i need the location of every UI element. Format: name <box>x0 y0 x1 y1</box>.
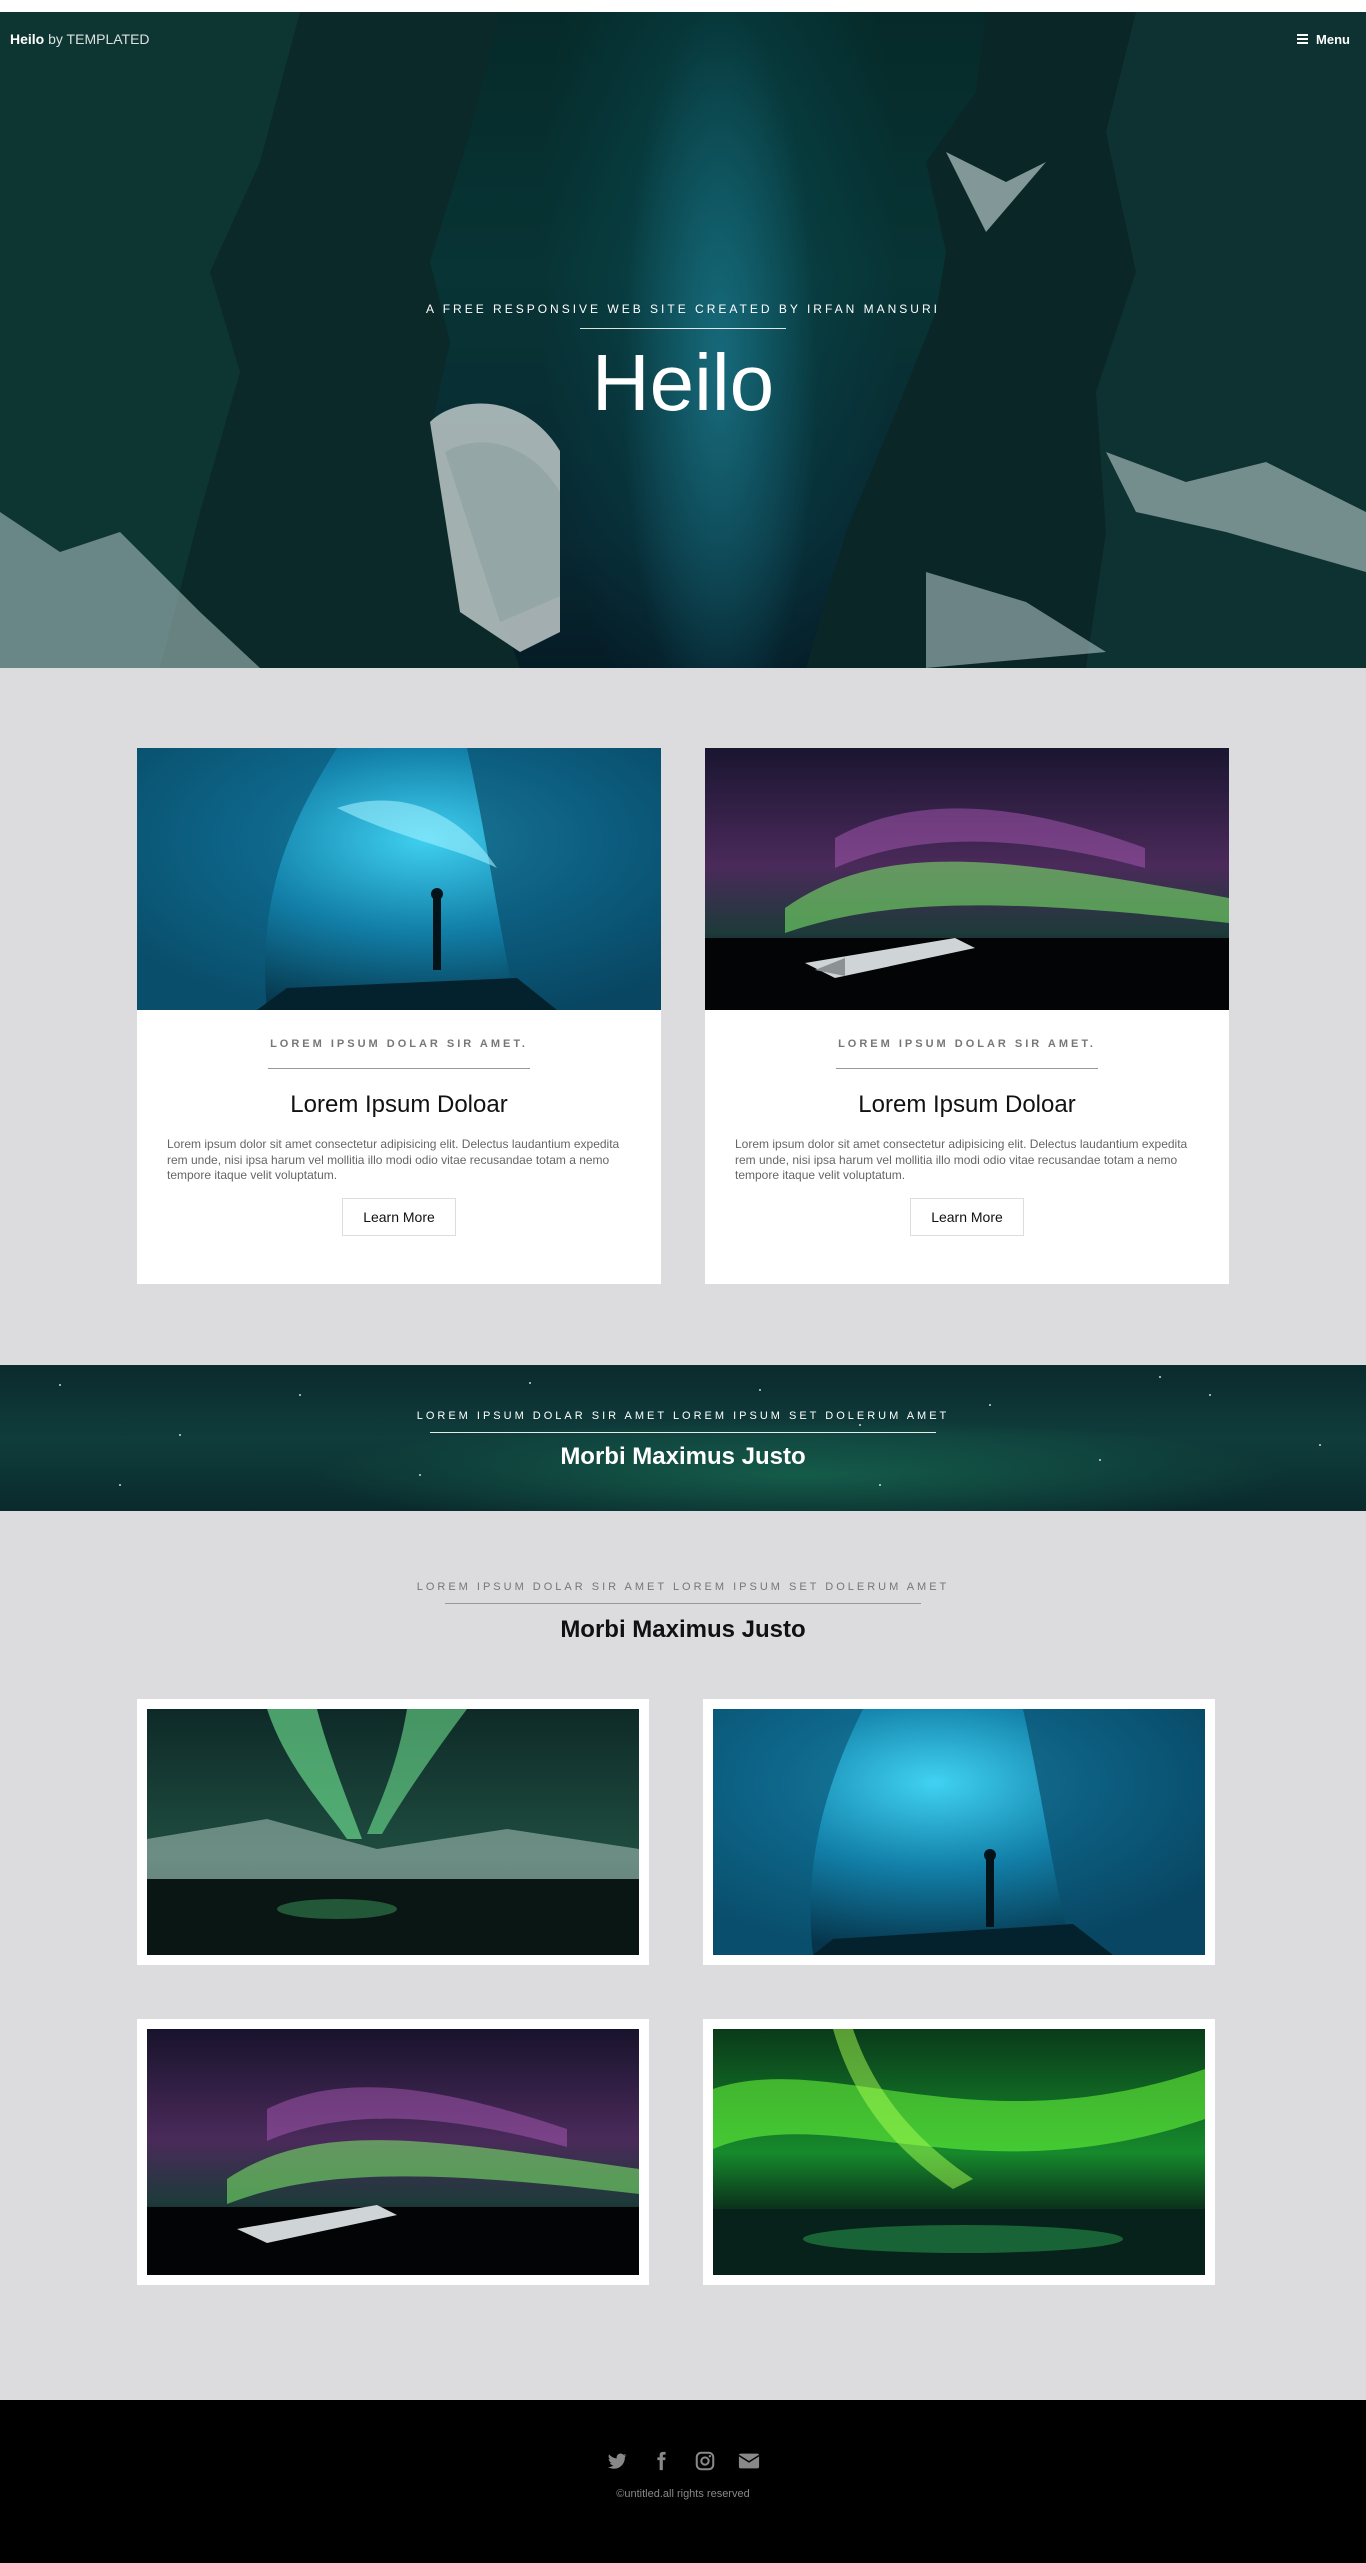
menu-button[interactable]: Menu <box>1297 32 1350 47</box>
card-kicker: LOREM IPSUM DOLAR SIR AMET. <box>838 1038 1096 1050</box>
gallery-item[interactable] <box>703 1699 1215 1965</box>
gallery-header: LOREM IPSUM DOLAR SIR AMET LOREM IPSUM S… <box>0 1511 1366 1644</box>
card-kicker: LOREM IPSUM DOLAR SIR AMET. <box>270 1038 528 1050</box>
card-divider <box>836 1068 1098 1069</box>
logo-name: Heilo <box>10 31 45 47</box>
gallery-kicker: LOREM IPSUM DOLAR SIR AMET LOREM IPSUM S… <box>416 1581 950 1593</box>
card-text: Lorem ipsum dolor sit amet consectetur a… <box>735 1137 1188 1183</box>
aurora-plane-image <box>147 2029 639 2275</box>
hero-banner: A FREE RESPONSIVE WEB SITE CREATED BY IR… <box>0 12 1366 668</box>
card-title: Lorem Ipsum Doloar <box>290 1091 508 1118</box>
features-section: LOREM IPSUM DOLAR SIR AMET. Lorem Ipsum … <box>0 668 1366 1365</box>
twitter-icon[interactable] <box>606 2450 628 2472</box>
ice-cave-image <box>137 748 661 1010</box>
card-body: LOREM IPSUM DOLAR SIR AMET. Lorem Ipsum … <box>137 1010 661 1236</box>
gallery-item[interactable] <box>137 1699 649 1965</box>
gallery-section: LOREM IPSUM DOLAR SIR AMET LOREM IPSUM S… <box>0 1511 1366 2400</box>
banner-content: LOREM IPSUM DOLAR SIR AMET LOREM IPSUM S… <box>0 1365 1366 1471</box>
card-divider <box>268 1068 530 1069</box>
social-links <box>0 2400 1366 2472</box>
green-aurora-image <box>713 2029 1205 2275</box>
card-body: LOREM IPSUM DOLAR SIR AMET. Lorem Ipsum … <box>705 1010 1229 1236</box>
aurora-plane-image <box>705 748 1229 1010</box>
copyright-text: ©untitled.all rights reserved <box>616 2488 750 2500</box>
site-footer: ©untitled.all rights reserved <box>0 2400 1366 2563</box>
gallery-title: Morbi Maximus Justo <box>560 1616 806 1643</box>
learn-more-button[interactable]: Learn More <box>342 1197 456 1236</box>
hero-kicker: A FREE RESPONSIVE WEB SITE CREATED BY IR… <box>426 302 940 316</box>
feature-card: LOREM IPSUM DOLAR SIR AMET. Lorem Ipsum … <box>705 748 1229 1284</box>
banner-title: Morbi Maximus Justo <box>560 1443 806 1470</box>
envelope-icon[interactable] <box>738 2450 760 2472</box>
facebook-icon[interactable] <box>650 2450 672 2472</box>
hero-content: A FREE RESPONSIVE WEB SITE CREATED BY IR… <box>0 302 1366 423</box>
logo-byline: by TEMPLATED <box>48 31 150 47</box>
menu-label: Menu <box>1316 31 1350 47</box>
instagram-icon[interactable] <box>694 2450 716 2472</box>
gallery-item[interactable] <box>137 2019 649 2285</box>
aurora-mountain-image <box>147 1709 639 1955</box>
gallery-divider <box>445 1603 921 1604</box>
starfield-banner: LOREM IPSUM DOLAR SIR AMET LOREM IPSUM S… <box>0 1365 1366 1511</box>
hamburger-icon <box>1297 34 1309 44</box>
feature-card: LOREM IPSUM DOLAR SIR AMET. Lorem Ipsum … <box>137 748 661 1284</box>
page: A FREE RESPONSIVE WEB SITE CREATED BY IR… <box>0 0 1366 2563</box>
card-title: Lorem Ipsum Doloar <box>858 1091 1076 1118</box>
site-header: Heilo by TEMPLATED Menu <box>0 12 1366 66</box>
card-text: Lorem ipsum dolor sit amet consectetur a… <box>167 1137 620 1183</box>
ice-cave-image <box>713 1709 1205 1955</box>
learn-more-button[interactable]: Learn More <box>910 1197 1024 1236</box>
gallery-item[interactable] <box>703 2019 1215 2285</box>
hero-title: Heilo <box>591 338 775 427</box>
hero-divider <box>580 328 786 329</box>
logo-link[interactable]: Heilo by TEMPLATED <box>10 31 150 47</box>
banner-divider <box>430 1432 936 1433</box>
banner-kicker: LOREM IPSUM DOLAR SIR AMET LOREM IPSUM S… <box>416 1410 950 1422</box>
